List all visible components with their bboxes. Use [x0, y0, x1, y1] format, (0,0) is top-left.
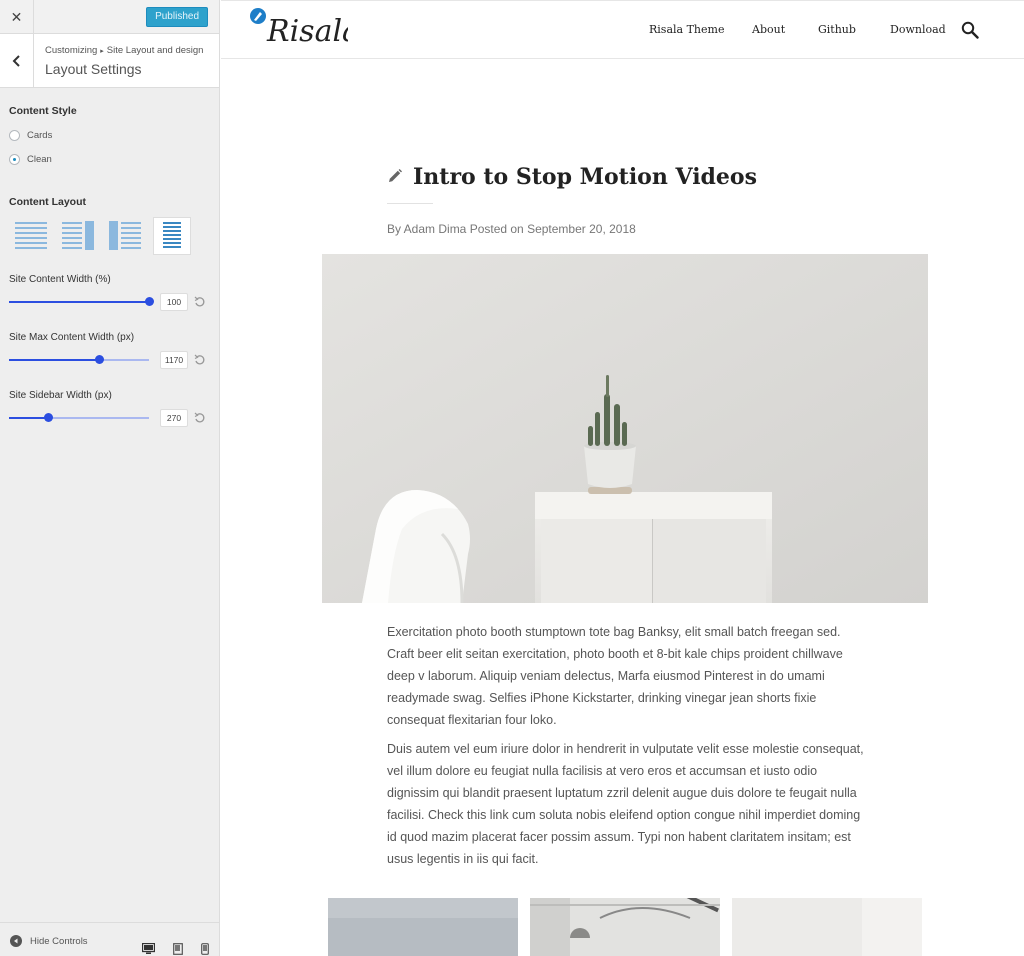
section-header: Customizing ▸ Site Layout and design Layou…	[0, 34, 219, 88]
breadcrumb: Customizing ▸ Site Layout and design	[45, 45, 203, 56]
post-title: Intro to Stop Motion Videos	[413, 164, 757, 190]
back-button[interactable]	[0, 34, 34, 88]
customizer-footer: Hide Controls	[0, 922, 219, 956]
post-paragraph: Exercitation photo booth stumptown tote …	[387, 625, 843, 727]
slider-fill	[9, 417, 49, 419]
breadcrumb-item: Customizing	[45, 45, 98, 56]
slider-thumb[interactable]	[145, 297, 154, 306]
site-max-content-width-title: Site Max Content Width (px)	[9, 332, 135, 343]
post-content: Exercitation photo booth stumptown tote …	[387, 621, 865, 877]
reset-icon[interactable]	[194, 296, 206, 308]
content-layout-options	[13, 218, 210, 254]
layout-right-sidebar-icon	[62, 221, 94, 250]
breadcrumb-separator-icon: ▸	[100, 48, 104, 55]
site-content-width-title: Site Content Width (%)	[9, 274, 111, 285]
gallery-image	[732, 898, 922, 956]
search-icon[interactable]	[961, 21, 979, 39]
layout-narrow-icon	[163, 222, 181, 248]
chevron-left-icon	[12, 55, 20, 67]
controls-panel: Content Style Cards Clean Content Layout	[0, 105, 219, 427]
close-icon: ✕	[10, 8, 23, 25]
featured-image	[322, 254, 928, 603]
primary-nav: Risala Theme About Github Download	[221, 23, 1024, 37]
slider-fill	[9, 359, 99, 361]
nav-item-github[interactable]: Github	[818, 23, 856, 36]
reset-icon[interactable]	[194, 412, 206, 424]
nav-item-download[interactable]: Download	[890, 23, 946, 36]
publish-button[interactable]: Published	[146, 7, 208, 27]
site-content-width-control: 100	[9, 293, 210, 311]
site-max-content-width-slider[interactable]	[9, 355, 149, 364]
device-preview-buttons	[142, 943, 209, 955]
close-customizer-button[interactable]: ✕	[0, 0, 34, 34]
collapse-icon	[10, 935, 22, 947]
tablet-icon[interactable]	[173, 943, 183, 955]
radio-clean[interactable]	[9, 153, 20, 165]
nav-item-risala-theme[interactable]: Risala Theme	[649, 23, 724, 36]
customizer-sidebar: ✕ Published Customizing ▸ Site Layout and …	[0, 0, 220, 956]
gallery-image	[328, 898, 518, 956]
layout-full-width-icon	[15, 222, 47, 249]
content-style-option-cards[interactable]: Cards	[9, 129, 210, 141]
radio-label: Cards	[27, 129, 53, 141]
post-byline: By Adam Dima Posted on September 20, 201…	[387, 222, 636, 236]
post-paragraph: Duis autem vel eum iriure dolor in hendr…	[387, 742, 864, 866]
site-header: Risala Risala Theme About Github Downloa…	[221, 0, 1024, 59]
pencil-icon	[389, 169, 402, 182]
layout-option-left-sidebar[interactable]	[107, 218, 143, 254]
layout-option-right-sidebar[interactable]	[60, 218, 96, 254]
desktop-icon[interactable]	[142, 943, 155, 955]
content-layout-title: Content Layout	[9, 196, 86, 208]
nav-item-about[interactable]: About	[752, 23, 785, 36]
section-title: Layout Settings	[45, 61, 142, 77]
site-content-width-input[interactable]: 100	[160, 293, 188, 311]
site-max-content-width-input[interactable]: 1170	[160, 351, 188, 369]
layout-option-narrow[interactable]	[154, 218, 190, 254]
content-style-option-clean[interactable]: Clean	[9, 153, 210, 165]
layout-left-sidebar-icon	[109, 221, 141, 250]
reset-icon[interactable]	[194, 354, 206, 366]
radio-label: Clean	[27, 153, 52, 165]
hide-controls-label: Hide Controls	[30, 935, 88, 947]
site-sidebar-width-slider[interactable]	[9, 413, 149, 422]
hide-controls-button[interactable]: Hide Controls	[10, 935, 88, 947]
gallery-image	[530, 898, 720, 956]
site-sidebar-width-title: Site Sidebar Width (px)	[9, 390, 112, 401]
title-divider	[387, 203, 433, 204]
site-max-content-width-control: 1170	[9, 351, 210, 369]
content-style-title: Content Style	[9, 105, 77, 117]
slider-fill	[9, 301, 149, 303]
site-preview: Risala Risala Theme About Github Downloa…	[221, 0, 1024, 956]
radio-cards[interactable]	[9, 129, 20, 141]
slider-thumb[interactable]	[94, 355, 104, 364]
image-gallery	[328, 898, 922, 956]
customizer-header: ✕ Published	[0, 0, 219, 34]
site-content-width-slider[interactable]	[9, 297, 154, 306]
slider-thumb[interactable]	[44, 413, 54, 422]
breadcrumb-item: Site Layout and design	[106, 45, 204, 56]
layout-option-full-width[interactable]	[13, 218, 49, 254]
site-sidebar-width-input[interactable]: 270	[160, 409, 188, 427]
mobile-icon[interactable]	[201, 943, 209, 955]
site-sidebar-width-control: 270	[9, 409, 210, 427]
